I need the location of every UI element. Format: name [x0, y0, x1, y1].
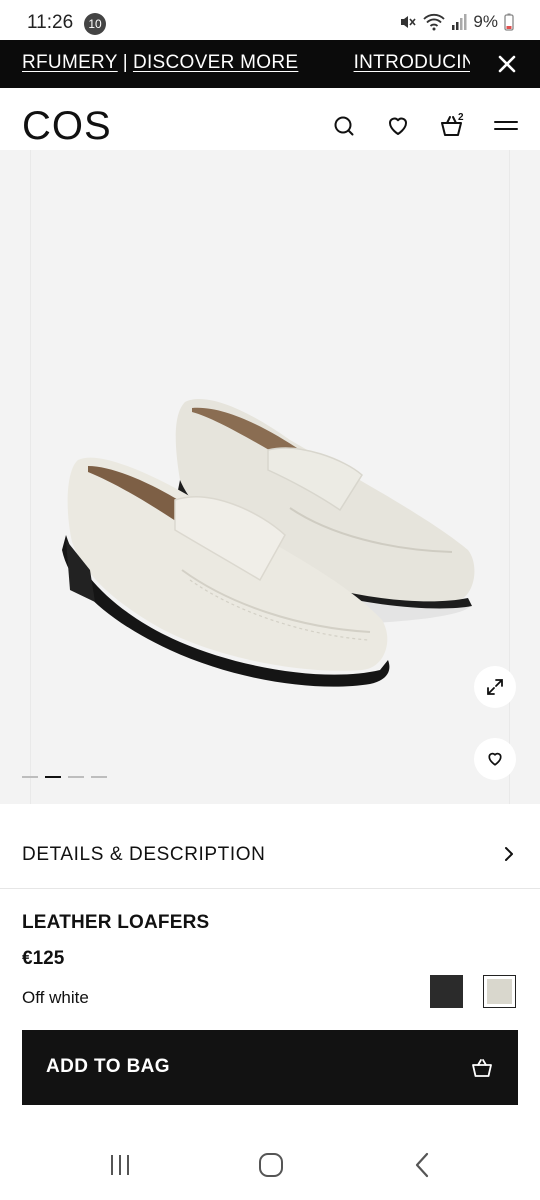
status-time: 11:26 [27, 12, 74, 33]
add-to-bag-label: ADD TO BAG [46, 1056, 170, 1077]
search-icon[interactable] [330, 112, 358, 140]
product-image [62, 399, 475, 687]
battery-icon [504, 13, 514, 31]
color-swatch-off-white[interactable] [483, 975, 516, 1008]
status-bar: 11:26 10 9% [0, 0, 540, 40]
promo-banner: RFUMERY | DISCOVER MORE INTRODUCING [0, 40, 540, 88]
product-name: LEATHER LOAFERS [22, 912, 210, 933]
menu-icon[interactable] [492, 112, 520, 140]
heart-icon[interactable] [384, 112, 412, 140]
gallery-dot[interactable] [91, 776, 107, 778]
wishlist-button[interactable] [474, 738, 516, 780]
promo-marquee: RFUMERY | DISCOVER MORE INTRODUCING [22, 52, 491, 74]
battery-percent: 9% [473, 12, 498, 31]
color-swatch-black[interactable] [430, 975, 463, 1008]
wifi-icon [423, 13, 446, 31]
product-gallery[interactable] [0, 150, 540, 804]
promo-link-perfumery[interactable]: RFUMERY [22, 52, 118, 73]
details-description-row[interactable]: DETAILS & DESCRIPTION [0, 804, 540, 889]
status-icons: 9% [399, 12, 514, 32]
details-label: DETAILS & DESCRIPTION [22, 844, 266, 865]
basket-icon [472, 1059, 492, 1077]
gallery-dot-active[interactable] [45, 776, 61, 778]
close-icon[interactable] [492, 49, 522, 79]
product-price: €125 [22, 948, 65, 969]
expand-icon [487, 679, 503, 695]
back-icon[interactable] [408, 1150, 438, 1180]
selected-color-name: Off white [22, 988, 89, 1007]
heart-icon [488, 752, 502, 766]
gallery-dot[interactable] [22, 776, 38, 778]
home-icon[interactable] [256, 1150, 286, 1180]
mute-icon [401, 16, 417, 28]
system-nav-bar [0, 1130, 540, 1200]
recent-apps-icon[interactable] [105, 1150, 135, 1180]
swatch-fill [487, 979, 512, 1004]
promo-separator: | [122, 52, 128, 73]
cos-logo[interactable]: COS [22, 104, 112, 149]
signal-icon [452, 14, 467, 30]
promo-link-discover-more[interactable]: DISCOVER MORE [133, 52, 298, 73]
zoom-button[interactable] [474, 666, 516, 708]
chevron-right-icon [505, 847, 513, 861]
cart-count: 2 [458, 112, 464, 123]
gallery-pagination [22, 776, 107, 778]
add-to-bag-button[interactable]: ADD TO BAG [22, 1030, 518, 1105]
gallery-dot[interactable] [68, 776, 84, 778]
notification-count-badge: 10 [84, 13, 106, 35]
